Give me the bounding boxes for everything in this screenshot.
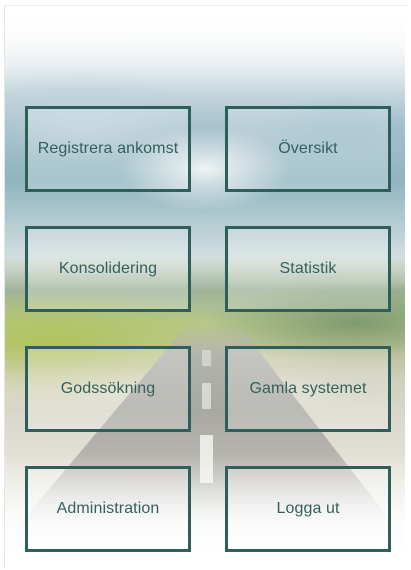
statistik-button[interactable]: Statistik (225, 226, 391, 312)
tile-label: Gamla systemet (249, 380, 367, 397)
godssokning-button[interactable]: Godssökning (25, 346, 191, 432)
tile-label: Statistik (279, 260, 337, 277)
tile-label: Godssökning (60, 380, 156, 397)
gamla-systemet-button[interactable]: Gamla systemet (225, 346, 391, 432)
tile-label: Registrera ankomst (37, 140, 179, 157)
tile-label: Administration (56, 500, 160, 517)
tile-label: Konsolidering (58, 260, 158, 277)
administration-button[interactable]: Administration (25, 466, 191, 552)
tile-label: Översikt (278, 140, 338, 157)
tile-label: Logga ut (276, 500, 340, 517)
konsolidering-button[interactable]: Konsolidering (25, 226, 191, 312)
registrera-ankomst-button[interactable]: Registrera ankomst (25, 106, 191, 192)
oversikt-button[interactable]: Översikt (225, 106, 391, 192)
logga-ut-button[interactable]: Logga ut (225, 466, 391, 552)
